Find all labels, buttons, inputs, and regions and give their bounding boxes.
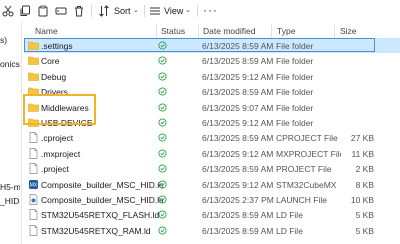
sort-icon[interactable] — [97, 4, 111, 18]
file-type: LD File — [276, 225, 303, 236]
date-modified: 6/13/2025 8:59 AM — [202, 225, 274, 236]
sync-status-icon — [158, 103, 170, 114]
file-name: .mxproject — [41, 148, 81, 159]
file-type: File folder — [276, 71, 314, 82]
column-header-size[interactable]: Size — [340, 26, 357, 36]
file-icon — [28, 209, 39, 221]
sort-button[interactable]: Sort — [114, 6, 131, 16]
folder-icon — [28, 55, 39, 66]
file-size: 2 KB — [355, 164, 374, 175]
file-type: File folder — [276, 118, 314, 128]
file-size: 5 KB — [355, 225, 374, 236]
file-type: MXPROJECT File — [276, 148, 341, 159]
file-size: 5 KB — [355, 210, 374, 221]
file-type: File folder — [276, 56, 314, 67]
file-type: LD File — [276, 210, 303, 221]
launch-file-icon — [28, 194, 39, 205]
column-header-status[interactable]: Status — [161, 26, 185, 36]
nav-item[interactable]: onics — [0, 59, 20, 69]
date-modified: 6/13/2025 9:07 AM — [202, 102, 274, 113]
file-row[interactable]: Composite_builder_MSC_HID.lau... 6/13/202… — [24, 192, 400, 207]
file-size: 8 KB — [355, 179, 374, 190]
command-bar: Sort ⌄ View ⌄ ··· — [0, 0, 400, 22]
file-size: 10 KB — [350, 195, 374, 205]
file-icon — [28, 224, 39, 236]
delete-icon[interactable] — [72, 4, 86, 18]
sync-status-icon — [158, 133, 170, 144]
file-name: Debug — [41, 71, 67, 82]
view-chevron-down-icon[interactable]: ⌄ — [185, 6, 191, 14]
date-modified: 6/13/2025 9:12 AM — [202, 71, 274, 82]
annotation-highlight-box — [23, 94, 96, 125]
date-modified: 6/13/2025 8:59 AM — [202, 56, 274, 67]
file-name: Composite_builder_MSC_HID.ioc — [41, 179, 163, 190]
file-row[interactable]: Core 6/13/2025 8:59 AM File folder — [24, 53, 400, 68]
sync-status-icon — [158, 226, 170, 237]
date-modified: 6/13/2025 2:37 PM — [202, 195, 274, 205]
view-button[interactable]: View — [164, 6, 183, 16]
column-header-date-modified[interactable]: Date modified — [203, 26, 255, 36]
sync-status-icon — [158, 210, 170, 221]
file-name: .cproject — [41, 133, 74, 144]
date-modified: 6/13/2025 9:12 AM — [202, 118, 274, 128]
view-icon[interactable] — [148, 4, 162, 18]
column-header-name[interactable]: Name — [35, 26, 58, 36]
file-size: 27 KB — [350, 133, 374, 144]
cut-icon[interactable] — [1, 4, 15, 18]
file-type: CPROJECT File — [276, 133, 338, 144]
copy-icon[interactable] — [18, 4, 32, 18]
file-name: STM32U545RETXQ_RAM.ld — [41, 225, 151, 236]
selection-focus-outline — [24, 38, 375, 52]
file-name: STM32U545RETXQ_FLASH.ld — [41, 210, 160, 221]
rename-icon[interactable] — [54, 4, 68, 18]
file-type: File folder — [276, 87, 314, 98]
sync-status-icon — [158, 195, 170, 206]
sync-status-icon — [158, 149, 170, 160]
svg-text:MX: MX — [30, 182, 38, 188]
more-options-button[interactable]: ··· — [203, 3, 218, 17]
file-icon — [28, 132, 39, 144]
file-name: Composite_builder_MSC_HID.lau... — [41, 195, 163, 205]
column-header-type[interactable]: Type — [277, 26, 295, 36]
sync-status-icon — [158, 72, 170, 83]
file-row[interactable]: MX Composite_builder_MSC_HID.ioc 6/13/2025… — [24, 177, 400, 192]
sort-chevron-down-icon[interactable]: ⌄ — [133, 6, 139, 14]
sync-status-icon — [158, 118, 170, 129]
nav-item[interactable]: H5-m — [0, 182, 20, 192]
pane-divider[interactable] — [21, 22, 22, 244]
sync-status-icon — [158, 164, 170, 175]
file-size: 11 KB — [351, 148, 374, 159]
sync-status-icon — [158, 56, 170, 67]
file-name: Core — [41, 56, 60, 67]
file-icon — [28, 163, 39, 175]
file-row[interactable]: STM32U545RETXQ_FLASH.ld 6/13/2025 8:59 AM… — [24, 207, 400, 222]
date-modified: 6/13/2025 8:59 AM — [202, 133, 274, 144]
navigation-pane: s) onics H5-m _HID — [0, 22, 20, 244]
nav-item[interactable]: s) — [0, 35, 7, 45]
file-row[interactable]: Debug 6/13/2025 9:12 AM File folder — [24, 69, 400, 84]
file-type: LAUNCH File — [276, 195, 328, 205]
file-icon — [28, 147, 39, 159]
nav-item[interactable]: _HID — [0, 196, 19, 206]
paste-icon[interactable] — [36, 4, 50, 18]
folder-icon — [28, 71, 39, 82]
file-type: File folder — [276, 102, 314, 113]
file-row[interactable]: STM32U545RETXQ_RAM.ld 6/13/2025 8:59 AM LD… — [24, 223, 400, 238]
date-modified: 6/13/2025 8:59 AM — [202, 210, 274, 221]
date-modified: 6/13/2025 8:59 AM — [202, 164, 274, 175]
file-type: PROJECT File — [276, 164, 332, 175]
file-row[interactable]: .cproject 6/13/2025 8:59 AM CPROJECT File 2… — [24, 130, 400, 145]
file-row[interactable]: .mxproject 6/13/2025 9:12 AM MXPROJECT Fil… — [24, 146, 400, 161]
date-modified: 6/13/2025 8:59 AM — [202, 87, 274, 98]
mx-file-icon: MX — [28, 179, 39, 190]
date-modified: 6/13/2025 9:12 AM — [202, 148, 274, 159]
file-type: STM32CubeMX — [276, 179, 337, 190]
sync-status-icon — [158, 87, 170, 98]
date-modified: 6/13/2025 9:12 AM — [202, 179, 274, 190]
sync-status-icon — [158, 180, 170, 191]
file-row[interactable]: .project 6/13/2025 8:59 AM PROJECT File 2 K… — [24, 161, 400, 176]
file-name: .project — [41, 164, 69, 175]
